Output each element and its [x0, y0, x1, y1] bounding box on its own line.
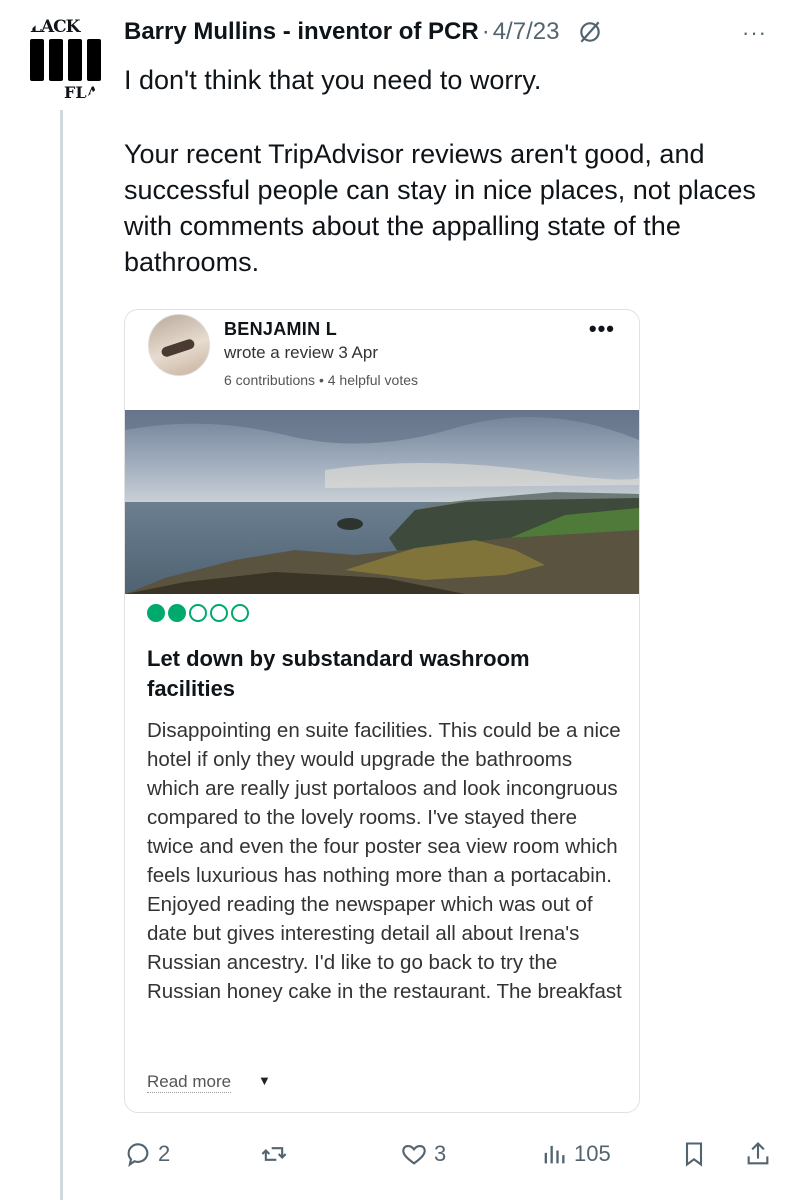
filled-bubble [168, 604, 186, 622]
avatar[interactable]: LACK FLA [20, 15, 108, 103]
share-button[interactable] [744, 1140, 772, 1168]
review-body: Disappointing en suite facilities. This … [147, 719, 622, 1003]
thread-line [60, 110, 63, 1200]
reply-count: 2 [158, 1141, 171, 1166]
review-title: Let down by substandard washroom facilit… [147, 646, 530, 701]
like-button[interactable]: 3 [400, 1140, 446, 1168]
retweet-icon [261, 1147, 287, 1161]
reply-icon [127, 1143, 149, 1167]
tweet-header: Barry Mullins - inventor of PCR · 4/7/23 [124, 18, 603, 46]
empty-bubble [231, 604, 249, 622]
tweet-text: I don't think that you need to worry. Yo… [124, 62, 784, 280]
reviewer-contributions: 6 contributions • 4 helpful votes [224, 372, 419, 388]
author-name[interactable]: Barry Mullins - inventor of PCR [124, 18, 479, 46]
review-photo [125, 410, 639, 594]
share-icon [747, 1142, 769, 1165]
reply-button[interactable]: 2 [124, 1140, 170, 1168]
review-screenshot-card[interactable]: BENJAMIN L wrote a review 3 Apr 6 contri… [124, 309, 640, 1113]
tweet-paragraph: Your recent TripAdvisor reviews aren't g… [124, 139, 756, 277]
empty-bubble [189, 604, 207, 622]
avatar-logo-text-top: LACK [30, 17, 80, 37]
chevron-down-icon: ▼ [258, 1073, 271, 1088]
empty-bubble [210, 604, 228, 622]
review-meta: wrote a review 3 Apr [224, 343, 379, 362]
more-icon[interactable]: ··· [742, 20, 767, 46]
like-icon [402, 1145, 426, 1165]
tweet-date[interactable]: 4/7/23 [493, 18, 560, 46]
grok-icon[interactable] [577, 19, 603, 45]
like-count: 3 [434, 1141, 447, 1166]
card-more-icon: ••• [588, 316, 615, 341]
avatar-logo-text-bottom: FLA [64, 83, 100, 102]
reviewer-name: BENJAMIN L [224, 319, 338, 339]
views-count: 105 [574, 1141, 611, 1166]
filled-bubble [147, 604, 165, 622]
views-button[interactable]: 105 [540, 1140, 611, 1168]
retweet-button[interactable] [260, 1140, 288, 1168]
bookmark-button[interactable] [680, 1140, 708, 1168]
tweet-paragraph: I don't think that you need to worry. [124, 65, 542, 95]
bookmark-icon [685, 1142, 703, 1167]
read-more-link: Read more [147, 1072, 232, 1093]
reviewer-avatar [148, 314, 210, 376]
separator-dot: · [481, 18, 490, 45]
tweet-actions: 2 3 105 [124, 1140, 784, 1180]
views-icon [544, 1145, 565, 1164]
bubble-rating [147, 604, 249, 622]
